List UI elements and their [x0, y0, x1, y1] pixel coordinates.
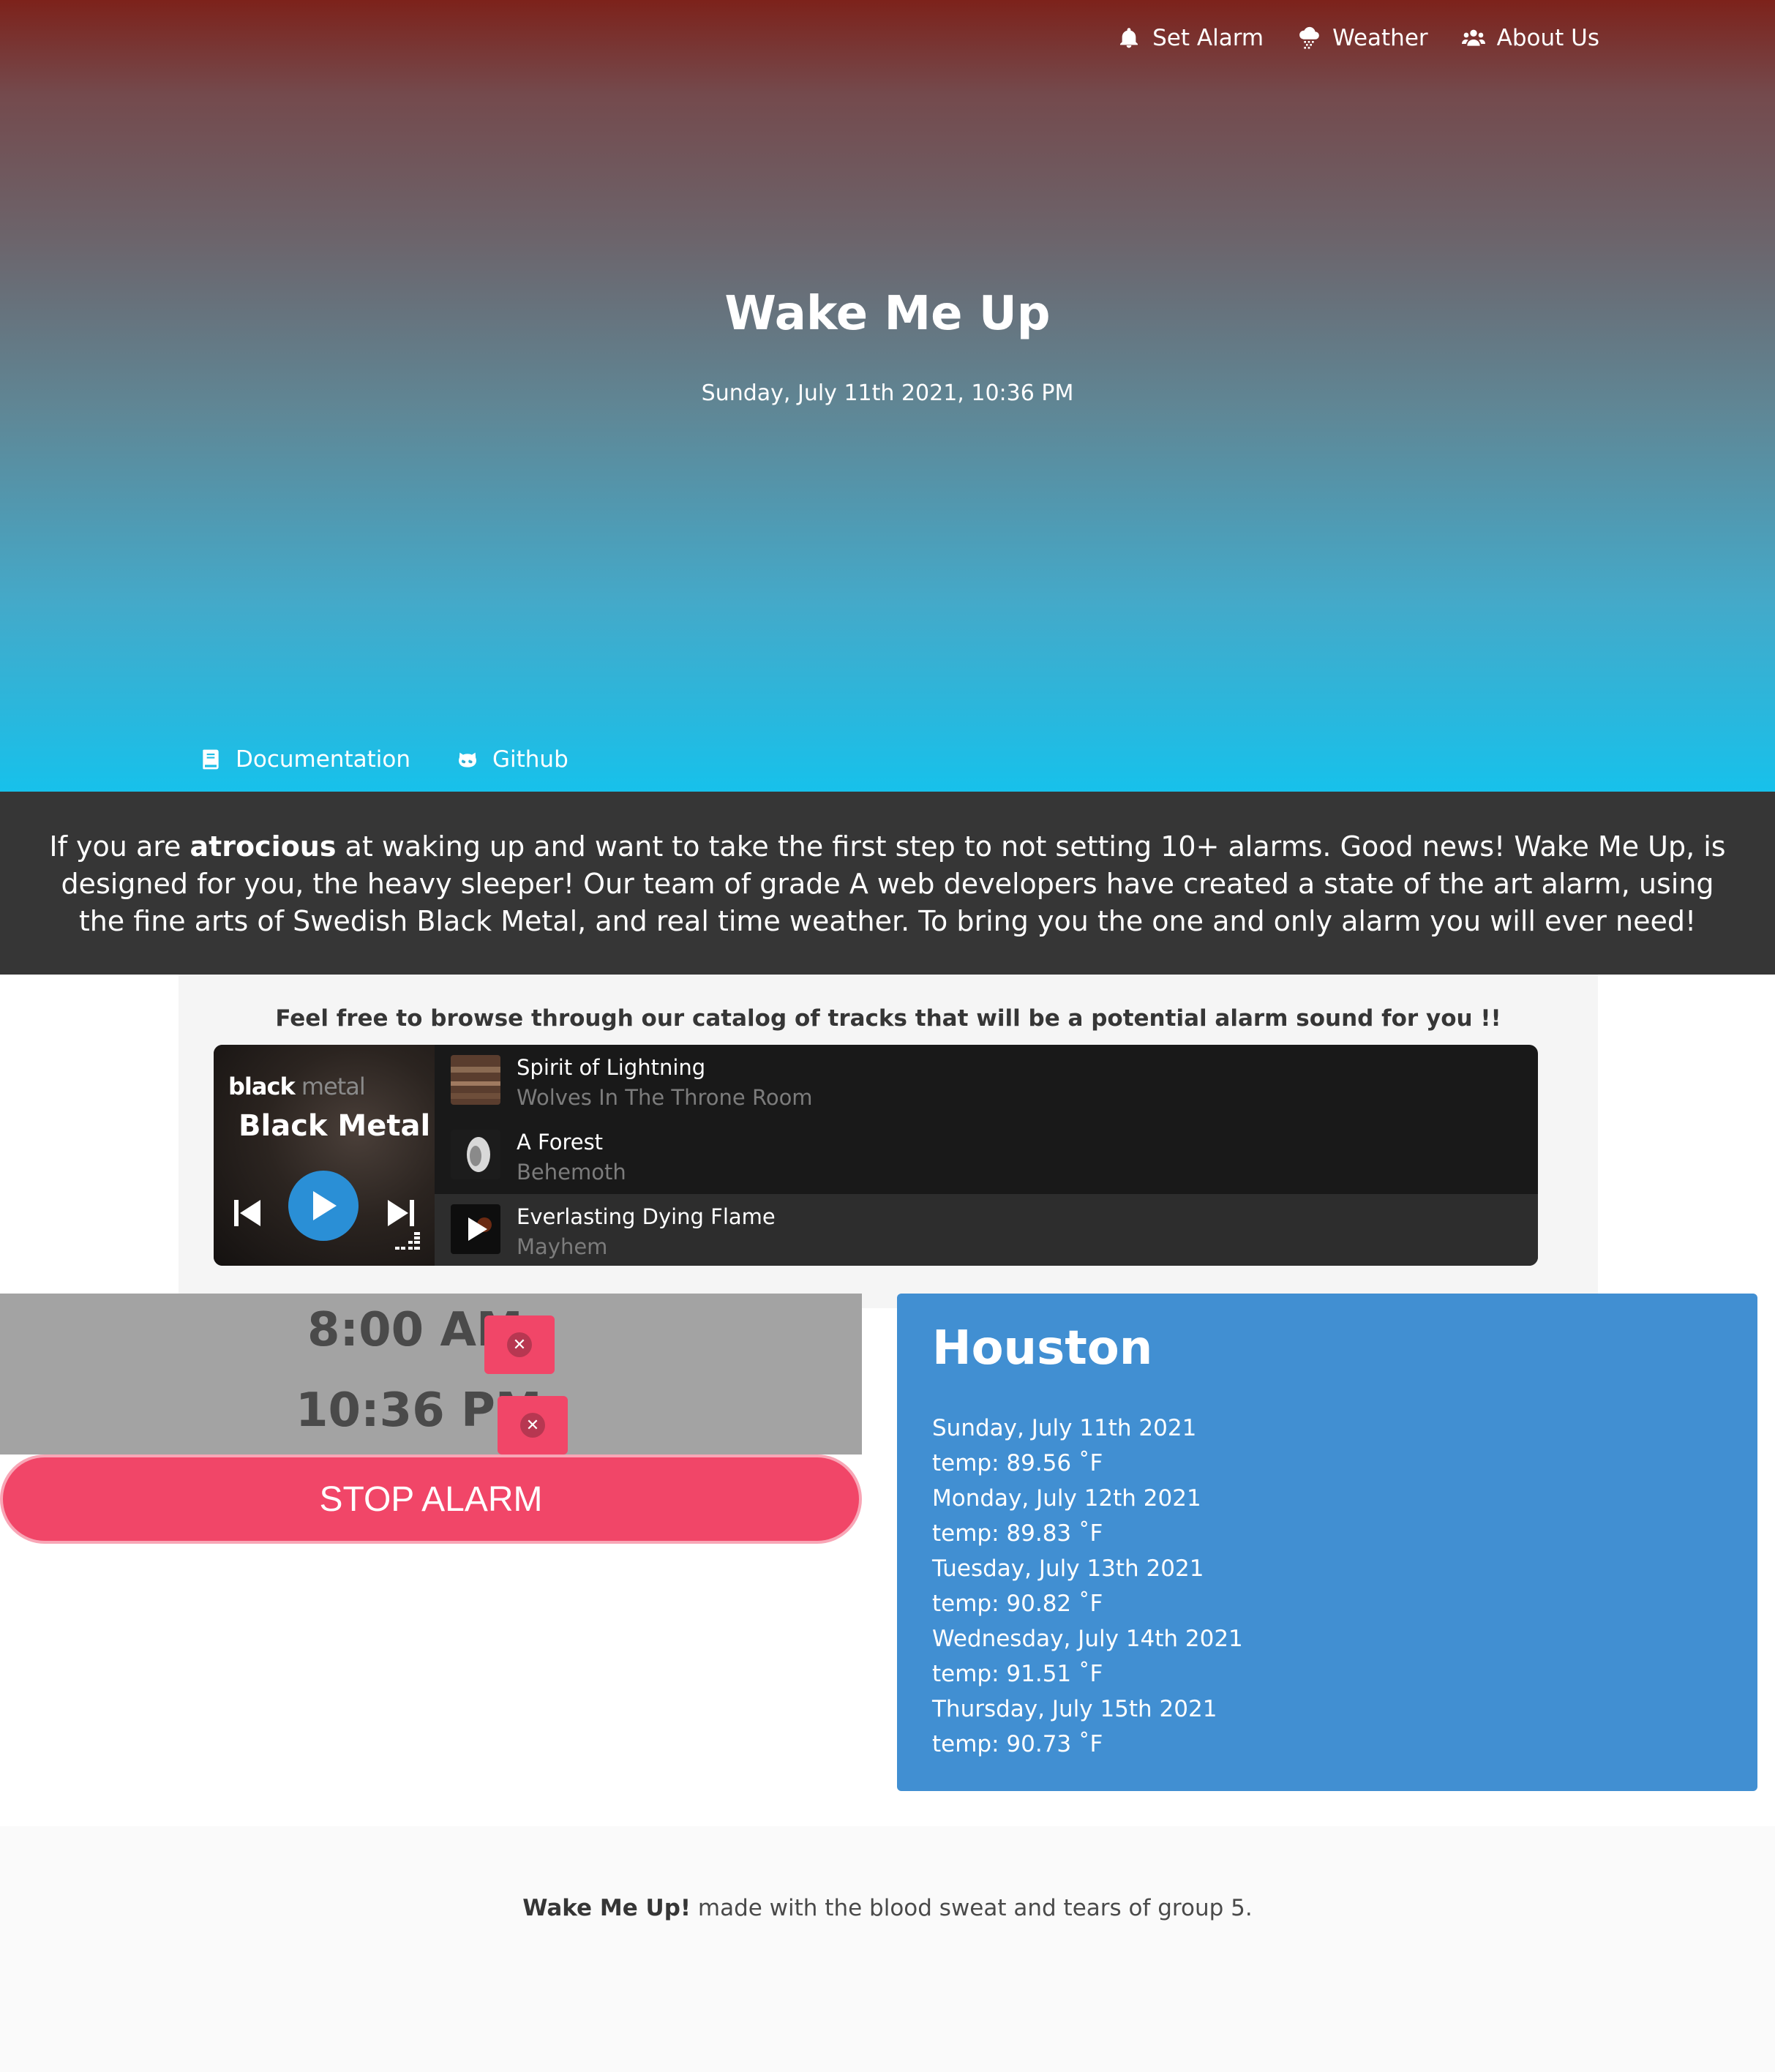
- github-icon: [458, 752, 476, 767]
- forecast-date: Tuesday, July 13th 2021: [932, 1555, 1204, 1582]
- nav-label: About Us: [1496, 25, 1599, 51]
- track-play-icon: [451, 1204, 500, 1254]
- footer-brand: Wake Me Up!: [522, 1895, 691, 1921]
- intro-text-bold: atrocious: [189, 830, 337, 863]
- previous-track-icon[interactable]: [233, 1198, 262, 1228]
- forecast-date: Wednesday, July 14th 2021: [932, 1626, 1243, 1652]
- playlist-cover: black metal Black Metal: [214, 1045, 435, 1266]
- delete-alarm-button[interactable]: ✕: [484, 1315, 555, 1374]
- top-nav: Set Alarm Weather About Us: [1117, 22, 1599, 54]
- weather-city: Houston: [932, 1321, 1153, 1375]
- documentation-link[interactable]: Documentation: [199, 746, 410, 773]
- catalog-heading: Feel free to browse through our catalog …: [275, 1005, 1501, 1032]
- book-icon: [203, 749, 219, 770]
- play-icon: [313, 1191, 337, 1220]
- forecast-temp: temp: 91.51 ˚F: [932, 1661, 1103, 1687]
- forecast-date: Thursday, July 15th 2021: [932, 1696, 1217, 1722]
- forecast-date: Sunday, July 11th 2021: [932, 1415, 1197, 1441]
- page-title: Wake Me Up: [724, 287, 1051, 341]
- hero-section: Set Alarm Weather About Us Wake Me Up Su…: [0, 0, 1775, 792]
- deezer-icon: [395, 1232, 420, 1250]
- track-artist: Wolves In The Throne Room: [517, 1085, 813, 1110]
- forecast-temp: temp: 89.56 ˚F: [932, 1450, 1103, 1476]
- nav-label: Weather: [1332, 25, 1428, 51]
- users-icon: [1461, 29, 1485, 46]
- documentation-label: Documentation: [236, 746, 410, 773]
- track-title: Spirit of Lightning: [517, 1055, 706, 1080]
- intro-banner: If you are atrocious at waking up and wa…: [0, 792, 1775, 975]
- track-catalog: Feel free to browse through our catalog …: [179, 975, 1598, 1308]
- github-link[interactable]: Github: [456, 746, 568, 773]
- track-artist: Mayhem: [517, 1234, 608, 1259]
- playlist-title: Black Metal: [239, 1109, 431, 1143]
- track-title: A Forest: [517, 1130, 604, 1155]
- playlist-brand: black metal: [228, 1073, 366, 1100]
- forecast-temp: temp: 90.82 ˚F: [932, 1591, 1103, 1617]
- track-title: Everlasting Dying Flame: [517, 1204, 776, 1229]
- next-track-icon[interactable]: [386, 1198, 416, 1228]
- nav-label: Set Alarm: [1152, 25, 1264, 51]
- forecast-temp: temp: 90.73 ˚F: [932, 1731, 1103, 1757]
- bell-icon: [1120, 28, 1138, 48]
- nav-about-us[interactable]: About Us: [1461, 22, 1599, 54]
- close-icon: ✕: [507, 1332, 532, 1357]
- footer-text: Wake Me Up! made with the blood sweat an…: [0, 1895, 1775, 1921]
- brand-light: metal: [294, 1073, 366, 1100]
- track-artwork: [451, 1055, 500, 1105]
- weather-card: Houston Sunday, July 11th 2021 temp: 89.…: [897, 1294, 1757, 1791]
- nav-set-alarm[interactable]: Set Alarm: [1117, 22, 1264, 54]
- current-datetime: Sunday, July 11th 2021, 10:36 PM: [701, 380, 1074, 406]
- forecast-temp: temp: 89.83 ˚F: [932, 1520, 1103, 1547]
- footer-credit: made with the blood sweat and tears of g…: [691, 1895, 1253, 1921]
- brand-bold: black: [228, 1073, 296, 1100]
- delete-alarm-button[interactable]: ✕: [498, 1396, 568, 1454]
- play-button[interactable]: [288, 1171, 359, 1241]
- forecast-date: Monday, July 12th 2021: [932, 1485, 1201, 1512]
- intro-text-before: If you are: [49, 830, 190, 863]
- nav-weather[interactable]: Weather: [1297, 22, 1428, 54]
- cloud-rain-icon: [1299, 26, 1319, 49]
- track-row-active[interactable]: Everlasting Dying Flame Mayhem: [435, 1194, 1538, 1266]
- hero-links: Documentation Github: [199, 746, 568, 773]
- weather-forecast: Sunday, July 11th 2021 temp: 89.56 ˚F Mo…: [932, 1411, 1243, 1762]
- track-row[interactable]: Spirit of Lightning Wolves In The Throne…: [435, 1045, 1538, 1119]
- track-artwork: [451, 1130, 500, 1179]
- stop-alarm-button[interactable]: STOP ALARM: [0, 1454, 862, 1544]
- close-icon: ✕: [520, 1413, 545, 1438]
- footer: Wake Me Up! made with the blood sweat an…: [0, 1826, 1775, 2072]
- track-row[interactable]: A Forest Behemoth: [435, 1119, 1538, 1194]
- track-artist: Behemoth: [517, 1160, 626, 1185]
- github-label: Github: [492, 746, 568, 773]
- music-player-widget: black metal Black Metal Spirit of Lightn…: [214, 1045, 1538, 1266]
- alarm-list: 8:00 AM ✕ 10:36 PM ✕: [0, 1294, 862, 1454]
